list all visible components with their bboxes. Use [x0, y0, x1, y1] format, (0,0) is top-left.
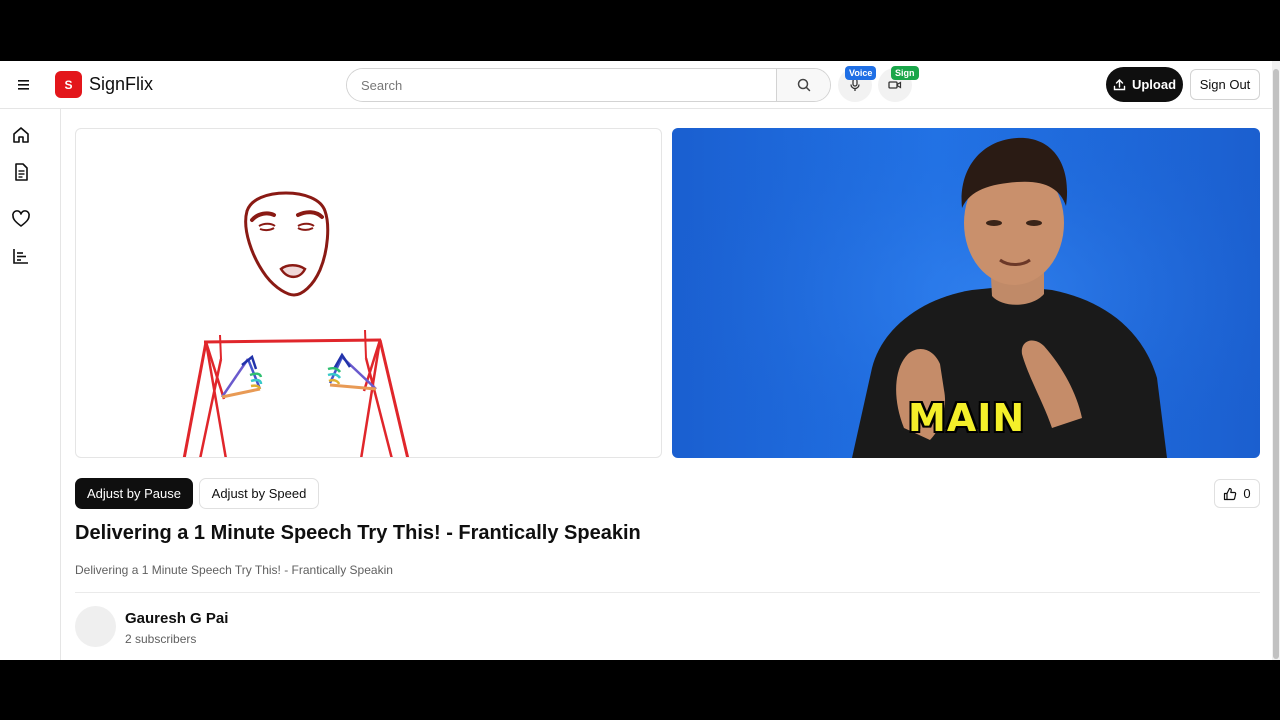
- menu-icon: [18, 80, 29, 90]
- sign-avatar-figure: [182, 191, 410, 457]
- sidebar-item-home[interactable]: [9, 123, 33, 147]
- signflix-logo[interactable]: S SignFlix: [55, 71, 153, 98]
- page-scrollbar[interactable]: [1272, 61, 1280, 660]
- upload-icon: [1113, 79, 1126, 91]
- sidebar: [0, 109, 61, 660]
- home-icon: [13, 127, 29, 143]
- sidebar-item-analytics[interactable]: [9, 244, 33, 268]
- thumbs-up-icon: [1224, 487, 1237, 500]
- search-bar: [346, 68, 831, 102]
- document-icon: [15, 163, 28, 181]
- microphone-icon: [850, 78, 860, 91]
- hamburger-menu-button[interactable]: [12, 73, 36, 97]
- sidebar-item-favorites[interactable]: [9, 207, 33, 231]
- letterbox-top: [0, 0, 1280, 61]
- sign-badge: Sign: [891, 66, 919, 80]
- divider: [75, 592, 1260, 593]
- upload-button[interactable]: Upload: [1106, 67, 1183, 102]
- sign-avatar-panel: [75, 128, 662, 458]
- video-camera-icon: [888, 81, 902, 89]
- video-title: Delivering a 1 Minute Speech Try This! -…: [75, 522, 641, 544]
- video-description: Delivering a 1 Minute Speech Try This! -…: [75, 563, 393, 577]
- upload-label: Upload: [1131, 77, 1177, 92]
- scrollbar-thumb[interactable]: [1273, 69, 1279, 659]
- subscriber-count: 2 subscribers: [125, 632, 197, 646]
- app-name: SignFlix: [89, 74, 154, 94]
- sign-out-button[interactable]: Sign Out: [1190, 69, 1260, 100]
- search-input[interactable]: [347, 69, 776, 101]
- adjust-by-speed-button[interactable]: Adjust by Speed: [199, 478, 319, 509]
- like-button[interactable]: 0: [1214, 479, 1260, 508]
- adjust-by-pause-button[interactable]: Adjust by Pause: [75, 478, 193, 509]
- sidebar-item-documents[interactable]: [9, 160, 33, 184]
- top-header: S SignFlix Voice Sign Upload Sign Out: [0, 61, 1272, 109]
- search-button[interactable]: [776, 69, 830, 101]
- voice-badge: Voice: [845, 66, 877, 80]
- logo-mark: S: [55, 71, 82, 98]
- channel-avatar[interactable]: [75, 606, 116, 647]
- video-player[interactable]: MAIN: [672, 128, 1260, 458]
- search-icon: [797, 78, 810, 92]
- chart-icon: [13, 249, 28, 264]
- caption-word: MAIN: [908, 396, 1026, 440]
- channel-name[interactable]: Gauresh G Pai: [125, 610, 228, 627]
- letterbox-bottom: [0, 660, 1280, 720]
- heart-icon: [12, 210, 30, 227]
- app-window: S SignFlix Voice Sign Upload Sign Out: [0, 61, 1272, 660]
- like-count: 0: [1243, 486, 1251, 501]
